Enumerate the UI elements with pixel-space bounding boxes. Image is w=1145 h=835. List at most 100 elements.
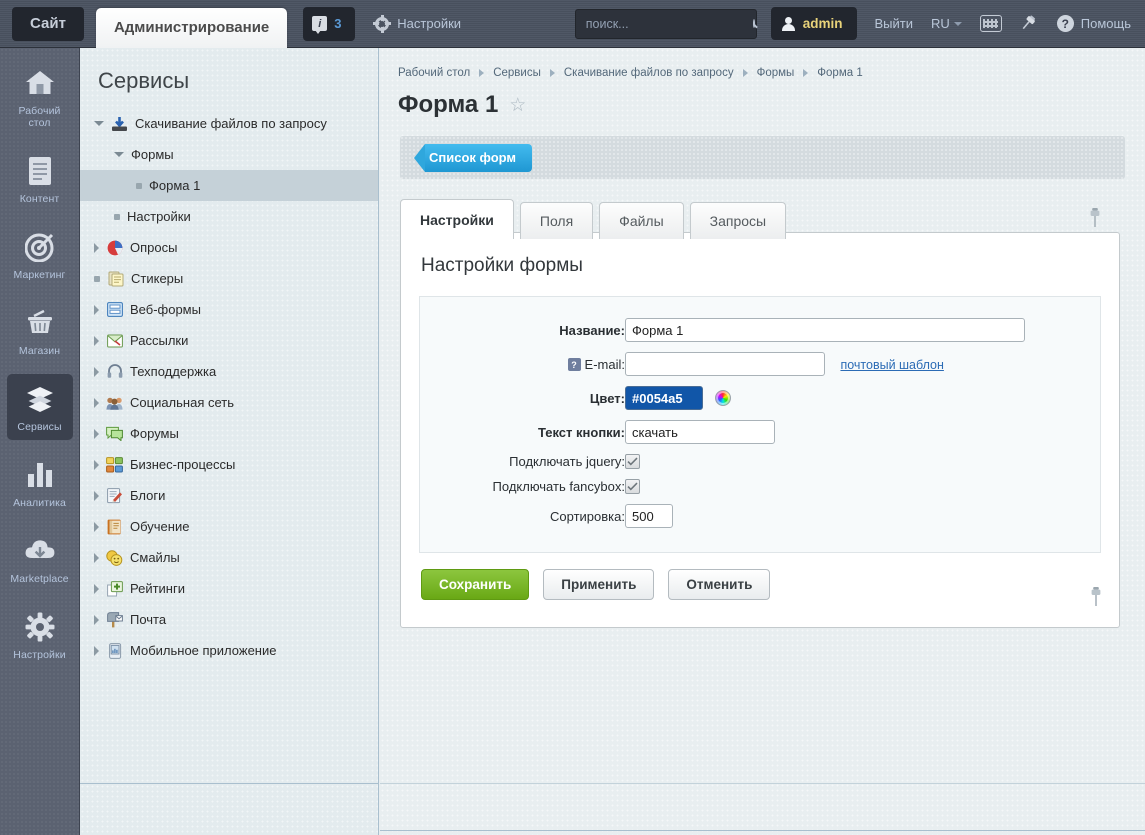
user-menu[interactable]: admin (771, 7, 857, 40)
chevron-right-icon[interactable] (94, 243, 99, 253)
tree-item-12[interactable]: Блоги (80, 480, 378, 511)
pin-icon[interactable] (1089, 585, 1103, 607)
tree-item-17[interactable]: Мобильное приложение (80, 635, 378, 666)
action-toolbar: Список форм (400, 136, 1125, 179)
form-fields-table: Название: ?E-mail: почтовый шаблон Цвет: (420, 313, 1025, 533)
rail-item-label: Аналитика (7, 497, 73, 509)
rail-item-7[interactable]: Настройки (7, 602, 73, 668)
bullet-icon (94, 276, 100, 282)
tab-3[interactable]: Запросы (690, 202, 786, 239)
color-input[interactable] (625, 386, 703, 410)
pin-icon[interactable] (1088, 206, 1102, 228)
chevron-right-icon[interactable] (94, 460, 99, 470)
tab-1[interactable]: Поля (520, 202, 593, 239)
rail-item-4[interactable]: Сервисы (7, 374, 73, 440)
name-input[interactable] (625, 318, 1025, 342)
tree-item-0[interactable]: Скачивание файлов по запросу (80, 108, 378, 139)
apply-button[interactable]: Применить (543, 569, 654, 600)
global-search[interactable] (575, 9, 757, 39)
chevron-right-icon[interactable] (94, 398, 99, 408)
jquery-checkbox[interactable] (625, 454, 640, 469)
tree-item-5[interactable]: Стикеры (80, 263, 378, 294)
save-button[interactable]: Сохранить (421, 569, 529, 600)
chevron-right-icon[interactable] (94, 615, 99, 625)
chevron-right-icon[interactable] (94, 553, 99, 563)
tree-item-6[interactable]: Веб-формы (80, 294, 378, 325)
bullet-icon (114, 214, 120, 220)
chevron-right-icon[interactable] (94, 305, 99, 315)
chevron-right-icon (550, 69, 555, 77)
favorite-star-icon[interactable]: ☆ (509, 96, 526, 115)
keyboard-icon[interactable] (980, 15, 1002, 32)
tree-item-16[interactable]: Почта (80, 604, 378, 635)
rail-item-0[interactable]: Рабочий стол (7, 58, 73, 136)
breadcrumb-item-2[interactable]: Скачивание файлов по запросу (564, 67, 734, 79)
tree-item-15[interactable]: Рейтинги (80, 573, 378, 604)
rail-item-2[interactable]: Маркетинг (7, 222, 73, 288)
gear-icon (375, 17, 389, 31)
tab-site[interactable]: Сайт (12, 7, 84, 41)
sort-input[interactable] (625, 504, 673, 528)
pie-icon (106, 239, 123, 256)
tab-2[interactable]: Файлы (599, 202, 683, 239)
fancybox-label: Подключать fancybox: (420, 474, 625, 499)
tree-item-10[interactable]: Форумы (80, 418, 378, 449)
forms-list-button[interactable]: Список форм (414, 144, 532, 172)
chevron-down-icon[interactable] (94, 121, 104, 126)
tab-0[interactable]: Настройки (400, 199, 514, 239)
notifications-chip[interactable]: i 3 (303, 7, 355, 41)
panel-title: Настройки формы (401, 233, 1119, 277)
page-title-row: Форма 1 ☆ (380, 79, 1145, 119)
breadcrumb-item-1[interactable]: Сервисы (493, 67, 541, 79)
tree-item-1[interactable]: Формы (80, 139, 378, 170)
rail-item-label: Настройки (7, 649, 73, 661)
chevron-right-icon[interactable] (94, 584, 99, 594)
fancybox-checkbox[interactable] (625, 479, 640, 494)
cloud-download-icon (7, 534, 73, 568)
cancel-button[interactable]: Отменить (668, 569, 770, 600)
field-row-color: Цвет: (420, 381, 1025, 415)
tree-item-8[interactable]: Техподдержка (80, 356, 378, 387)
email-input[interactable] (625, 352, 825, 376)
tree-item-label: Блоги (130, 488, 165, 503)
tree-item-13[interactable]: Обучение (80, 511, 378, 542)
rail-item-5[interactable]: Аналитика (7, 450, 73, 516)
chevron-right-icon[interactable] (94, 646, 99, 656)
chevron-right-icon[interactable] (94, 522, 99, 532)
tab-administration[interactable]: Администрирование (96, 8, 287, 48)
tree-item-4[interactable]: Опросы (80, 232, 378, 263)
info-icon: i (312, 16, 327, 31)
field-row-button-text: Текст кнопки: (420, 415, 1025, 449)
question-icon[interactable]: ? (568, 358, 581, 371)
logout-link[interactable]: Выйти (875, 16, 914, 31)
rail-item-1[interactable]: Контент (7, 146, 73, 212)
chevron-right-icon[interactable] (94, 429, 99, 439)
headset-icon (106, 363, 123, 380)
breadcrumb-item-3[interactable]: Формы (757, 67, 795, 79)
pin-icon[interactable] (1022, 15, 1037, 32)
tree-item-11[interactable]: Бизнес-процессы (80, 449, 378, 480)
breadcrumb-item-0[interactable]: Рабочий стол (398, 67, 470, 79)
chevron-right-icon[interactable] (94, 491, 99, 501)
help-link[interactable]: ? Помощь (1057, 15, 1131, 32)
button-text-input[interactable] (625, 420, 775, 444)
tree-item-3[interactable]: Настройки (80, 201, 378, 232)
tree-item-14[interactable]: Смайлы (80, 542, 378, 573)
header-settings-link[interactable]: Настройки (375, 16, 461, 31)
question-icon: ? (1057, 15, 1074, 32)
color-wheel-icon[interactable] (715, 390, 731, 406)
language-switcher[interactable]: RU (931, 16, 962, 31)
chevron-down-icon[interactable] (114, 152, 124, 157)
search-input[interactable] (584, 16, 749, 32)
mail-template-link[interactable]: почтовый шаблон (840, 358, 943, 372)
chevron-right-icon[interactable] (94, 336, 99, 346)
rail-item-6[interactable]: Marketplace (7, 526, 73, 592)
rail-item-3[interactable]: Магазин (7, 298, 73, 364)
mailbox-icon (106, 611, 123, 628)
tree-item-9[interactable]: Социальная сеть (80, 387, 378, 418)
tree-item-2[interactable]: Форма 1 (80, 170, 378, 201)
form-fieldset: Название: ?E-mail: почтовый шаблон Цвет: (419, 296, 1101, 553)
tree-item-7[interactable]: Рассылки (80, 325, 378, 356)
search-icon[interactable] (753, 19, 755, 28)
chevron-right-icon[interactable] (94, 367, 99, 377)
